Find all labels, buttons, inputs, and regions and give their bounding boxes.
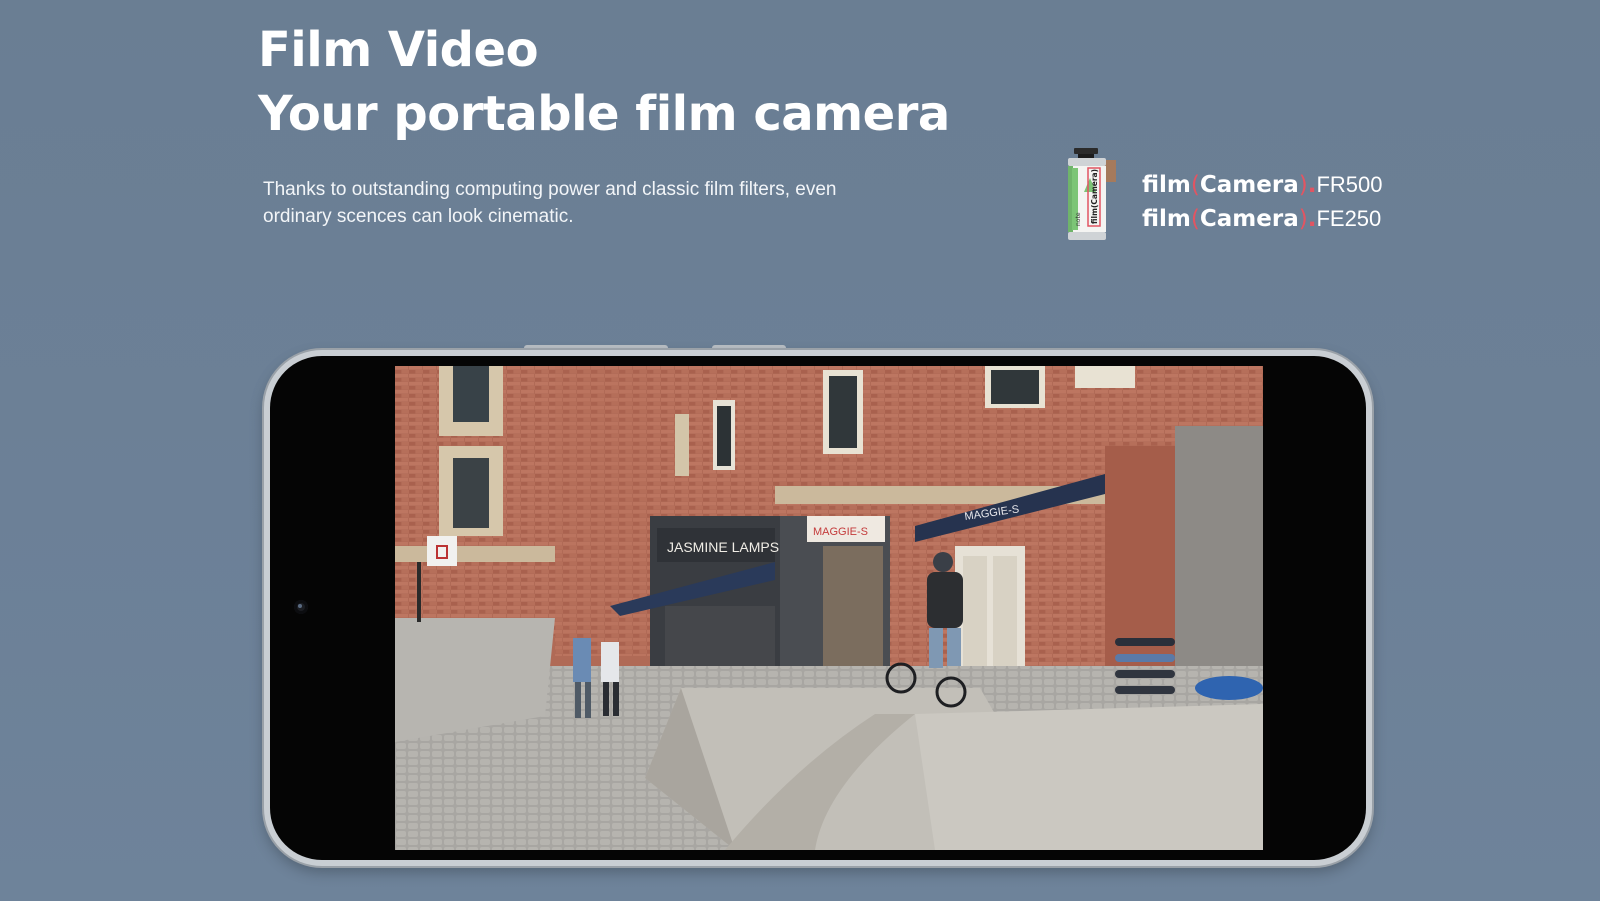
paren-open: ( [1190,172,1200,198]
film-prefix: film [1142,206,1191,232]
canister-brand: note [1075,212,1082,226]
film-prefix: film [1142,172,1191,198]
sign-maggie-1: MAGGIE-S [813,526,868,538]
title-line-2: Your portable film camera [258,86,950,142]
paren-close: ) [1298,206,1308,232]
paren-open: ( [1190,206,1200,232]
video-frame: JASMINE LAMPS MAGGIE-S MAGGIE-S [395,366,1263,850]
hero-description: Thanks to outstanding computing power an… [263,179,837,227]
film-model-list: film(Camera).FR500 film(Camera).FE250 [1142,168,1383,236]
page-title: Film Video Your portable film camera [258,18,950,146]
sign-jasmine-lamps: JASMINE LAMPS [667,539,779,555]
title-line-1: Film Video [258,22,539,78]
paren-close: ) [1298,172,1308,198]
film-name: Camera [1199,172,1299,198]
canister-label: film(Camera) [1090,169,1099,224]
front-camera-icon [294,600,308,614]
film-video-player[interactable]: JASMINE LAMPS MAGGIE-S MAGGIE-S [395,366,1263,850]
film-model-fr500: film(Camera).FR500 [1142,168,1383,202]
film-name: Camera [1199,206,1299,232]
film-model-code: FE250 [1316,206,1382,231]
film-canister-icon: note film(Camera) [1068,148,1116,240]
film-model-code: FR500 [1316,172,1383,197]
film-model-fe250: film(Camera).FE250 [1142,202,1383,236]
